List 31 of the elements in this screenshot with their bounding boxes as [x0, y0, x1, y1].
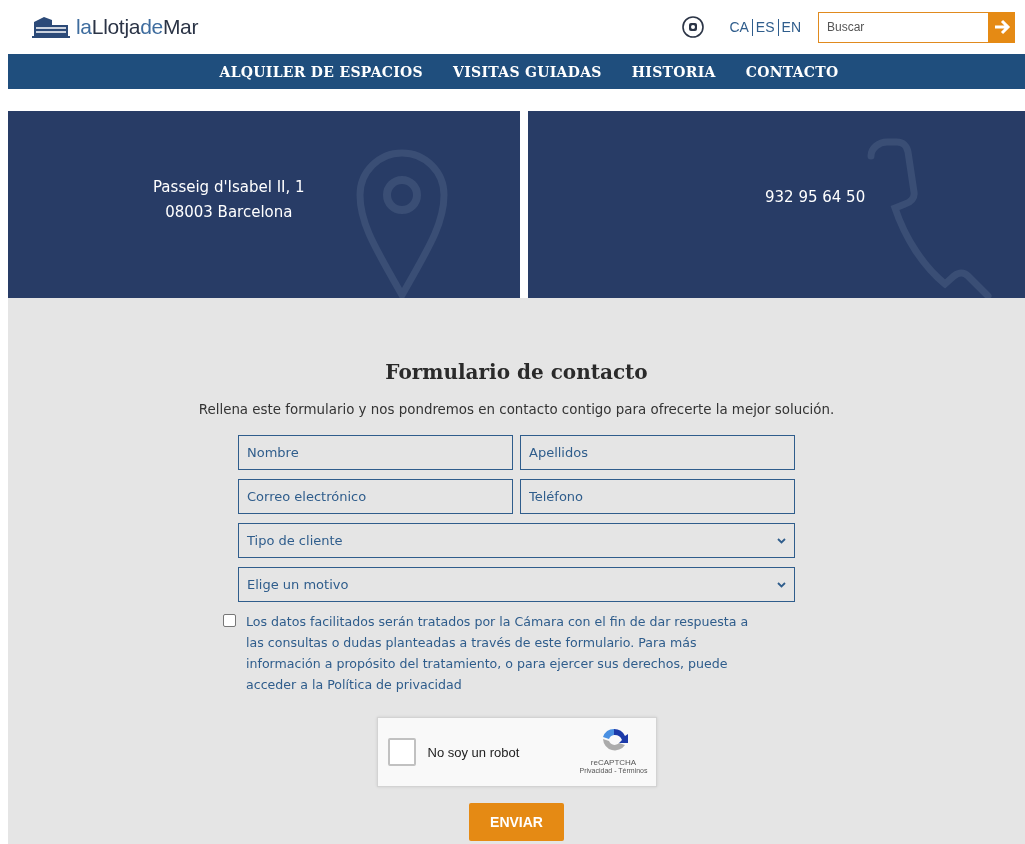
nav-link[interactable]: VISITAS GUIADAS [453, 63, 602, 80]
input-field[interactable]: Nombre [238, 435, 513, 470]
logo-text[interactable]: laLlotjadeMar [76, 15, 199, 39]
chevron-icon [777, 581, 786, 588]
input-field[interactable]: Apellidos [520, 435, 795, 470]
captcha-brand: reCAPTCHA [590, 758, 637, 767]
search-button[interactable] [988, 11, 1015, 43]
language-link[interactable]: EN [778, 19, 804, 35]
consent-checkbox[interactable] [223, 614, 236, 627]
address-text: Passeig d'Isabel II, 1 08003 Barcelona [153, 176, 305, 223]
nav-link[interactable]: HISTORIA [631, 63, 716, 80]
phone-number: 932 95 64 50 [765, 186, 866, 208]
language-link[interactable]: CA [726, 19, 752, 35]
nav-link[interactable]: CONTACTO [745, 63, 839, 80]
input-field[interactable]: Teléfono [520, 479, 795, 514]
input-field[interactable]: Correo electrónico [238, 479, 513, 514]
select-field[interactable]: Tipo de cliente [238, 523, 795, 558]
nav-link[interactable]: ALQUILER DE ESPACIOS [219, 63, 423, 80]
consent-text: Los datos facilitados serán tratados por la Cámara con el fin de dar respuesta a las consultas o dudas planteadas a través de este formulario. Para más información a propósito del tratamiento, o para ejercer sus derechos, puede acceder a la Política de privacidad [246, 613, 750, 694]
select-field[interactable]: Elige un motivo [238, 567, 795, 602]
instagram-icon[interactable] [682, 16, 705, 38]
intro-text: Rellena este formulario y nos pondremos en contacto contigo para ofrecerte la mejor solución. [198, 402, 835, 417]
language-link[interactable]: ES [752, 19, 778, 35]
captcha-label: No soy un robot [427, 744, 520, 760]
search-field[interactable]: Buscar [818, 11, 988, 43]
chevron-icon [777, 537, 786, 544]
captcha-checkbox[interactable] [387, 738, 416, 766]
location-pin-icon [356, 149, 448, 298]
logo-icon [32, 16, 70, 38]
form-title: Formulario de contacto [385, 360, 648, 384]
arrow-icon [992, 18, 1011, 36]
